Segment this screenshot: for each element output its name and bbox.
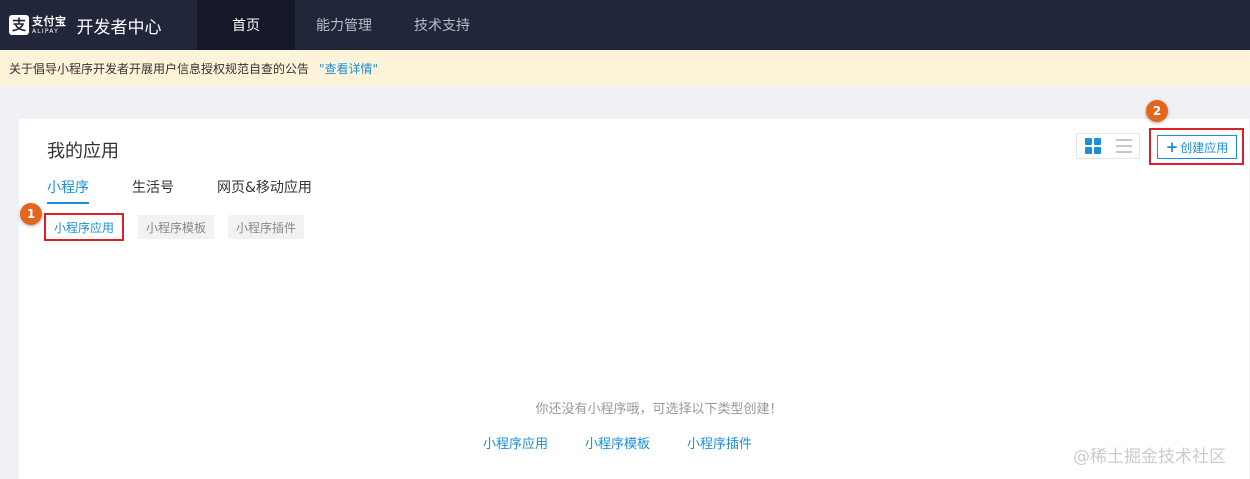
create-mini-program-template-link[interactable]: 小程序模板 [585,433,650,452]
view-toggle [1076,133,1140,159]
page-title: 我的应用 [47,141,119,162]
nav-tech-support[interactable]: 技术支持 [393,0,491,50]
list-view-button[interactable] [1108,134,1139,158]
brand[interactable]: 支 支付宝 ALIPAY 开发者中心 [0,0,197,50]
notice-text: 关于倡导小程序开发者开展用户信息授权规范自查的公告 [9,61,310,76]
notice-details-link[interactable]: "查看详情" [319,60,378,77]
watermark: @稀土掘金技术社区 [1073,447,1226,467]
top-navbar: 支 支付宝 ALIPAY 开发者中心 首页 能力管理 技术支持 [0,0,1250,50]
step-badge-2: 2 [1146,100,1168,122]
nav-capability-management[interactable]: 能力管理 [295,0,393,50]
empty-state-message: 你还没有小程序哦，可选择以下类型创建！ [535,402,783,417]
grid-icon [1084,138,1101,154]
plus-icon: + [1165,137,1179,156]
tab-web-mobile-app[interactable]: 网页&移动应用 [217,177,312,204]
nav-home[interactable]: 首页 [197,0,295,50]
empty-state-links: 小程序应用 小程序模板 小程序插件 [483,433,789,452]
tab-mini-program[interactable]: 小程序 [47,177,89,204]
chip-mini-program-app[interactable]: 小程序应用 [44,213,125,241]
main-nav: 首页 能力管理 技术支持 [197,0,491,50]
list-icon [1115,139,1132,153]
alipay-logo-icon: 支 [9,15,29,35]
create-mini-program-app-link[interactable]: 小程序应用 [483,433,548,452]
step-badge-1: 1 [20,203,42,225]
create-app-label: 创建应用 [1180,140,1229,155]
mini-program-subtype-filter: 小程序应用 小程序模板 小程序插件 [44,213,318,241]
create-app-button[interactable]: + 创建应用 [1157,135,1237,159]
tab-life-account[interactable]: 生活号 [132,177,174,204]
grid-view-button[interactable] [1077,134,1108,158]
my-apps-card: 我的应用 + 创建应用 2 小程序 生活号 网页&移动应用 1 小程序应用 小程… [19,100,1249,479]
app-type-tabs: 小程序 生活号 网页&移动应用 [47,177,355,204]
create-mini-program-plugin-link[interactable]: 小程序插件 [687,433,752,452]
logo-en: ALIPAY [32,27,59,35]
brand-title: 开发者中心 [76,17,162,38]
logo-cn: 支付宝 [32,14,67,28]
alipay-logo-text: 支付宝 ALIPAY [32,16,67,35]
chip-mini-program-plugin[interactable]: 小程序插件 [228,215,305,239]
notice-bar: 关于倡导小程序开发者开展用户信息授权规范自查的公告 "查看详情" [0,50,1250,86]
chip-mini-program-template[interactable]: 小程序模板 [138,215,215,239]
